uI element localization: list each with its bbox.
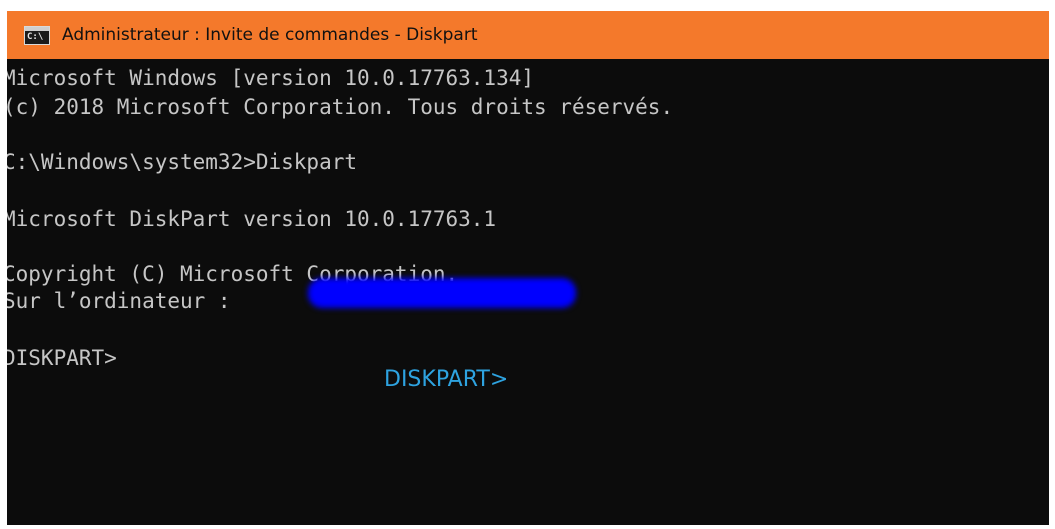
console-line-version: Microsoft Windows [version 10.0.17763.13… — [7, 66, 535, 90]
redaction-blur — [308, 278, 576, 308]
cmd-icon: C:\ — [24, 25, 50, 45]
overlay-caption: DISKPART> — [384, 367, 509, 392]
console-line-command: C:\Windows\system32>Diskpart — [7, 150, 358, 174]
cmd-window: C:\ Administrateur : Invite de commandes… — [7, 11, 1049, 525]
console-line-prompt[interactable]: DISKPART> — [7, 344, 117, 372]
window-title: Administrateur : Invite de commandes - D… — [62, 25, 478, 45]
title-bar[interactable]: C:\ Administrateur : Invite de commandes… — [7, 11, 1049, 59]
console-line-diskpart-version: Microsoft DiskPart version 10.0.17763.1 — [7, 207, 497, 231]
console-line-copyright: (c) 2018 Microsoft Corporation. Tous dro… — [7, 95, 674, 119]
console-line-computer: Sur l’ordinateur : — [7, 289, 244, 313]
